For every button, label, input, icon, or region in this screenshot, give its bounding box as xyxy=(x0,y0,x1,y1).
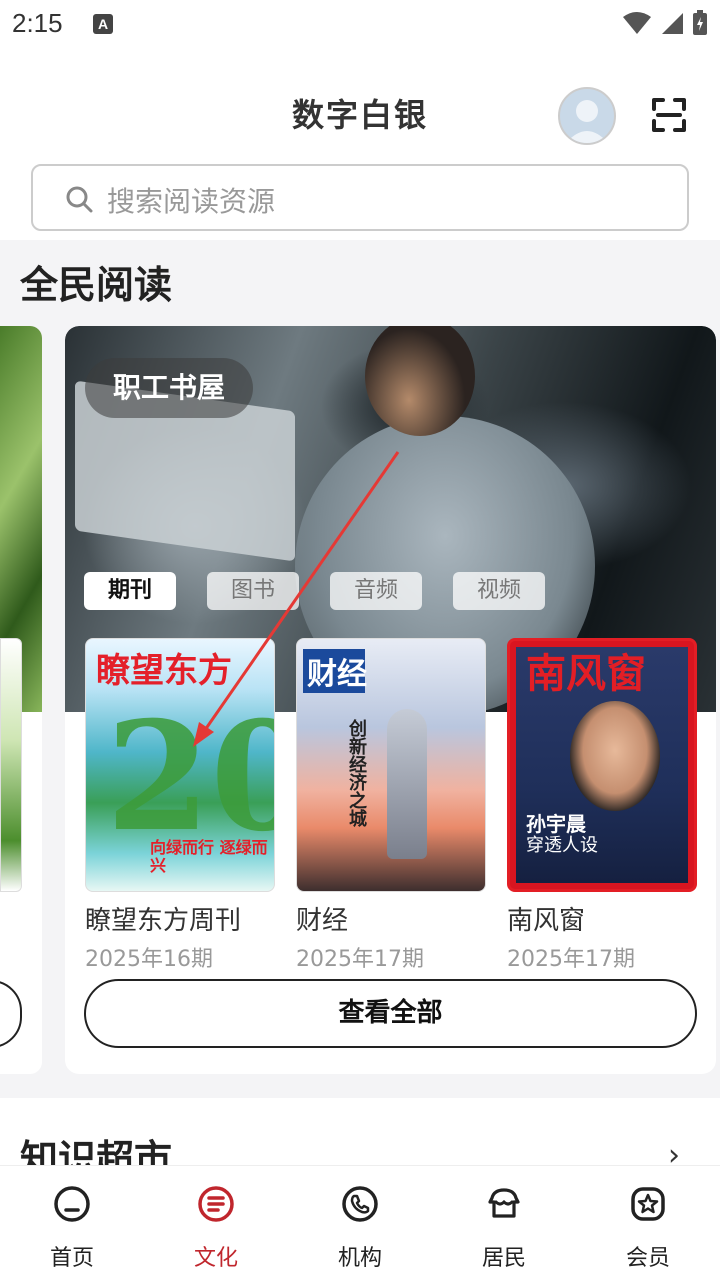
nav-institution[interactable]: 机构 xyxy=(288,1166,432,1280)
resident-icon xyxy=(488,1188,520,1218)
nav-member[interactable]: 会员 xyxy=(576,1166,720,1280)
status-bar: 2:15 A xyxy=(0,0,720,50)
nav-resident[interactable]: 居民 xyxy=(432,1166,576,1280)
magazine-issue: 2025年16期 xyxy=(85,947,213,972)
header: 数字白银 xyxy=(0,60,720,160)
avatar[interactable] xyxy=(558,87,616,145)
avatar-placeholder-icon xyxy=(566,100,608,143)
phone-icon xyxy=(342,1186,378,1222)
magazine-cover: 财经 创新经济之城 xyxy=(296,638,486,892)
magazine-list: 瞭望东方 20 向绿而行 逐绿而兴 瞭望东方周刊 2025年16期 财经 创新经… xyxy=(85,638,697,973)
reading-card: 职工书屋 期刊 图书 音频 视频 瞭望东方 20 向绿而行 逐绿而兴 瞭望东方周… xyxy=(65,326,716,1074)
status-time: 2:15 xyxy=(12,8,63,38)
tab-books[interactable]: 图书 xyxy=(207,572,299,610)
member-icon xyxy=(631,1187,665,1221)
search-input[interactable]: 搜索阅读资源 xyxy=(31,164,689,231)
magazine-item[interactable]: 南风窗 孙宇晨 穿透人设 南风窗 2025年17期 xyxy=(507,638,697,973)
magazine-issue: 2025年17期 xyxy=(507,947,635,972)
previous-card-button[interactable] xyxy=(0,980,22,1048)
magazine-title: 南风窗 xyxy=(507,906,586,936)
notification-icon: A xyxy=(93,14,113,34)
magazine-cover: 南风窗 孙宇晨 穿透人设 xyxy=(507,638,697,892)
magazine-cover: 瞭望东方 20 向绿而行 逐绿而兴 xyxy=(85,638,275,892)
wifi-icon xyxy=(623,12,651,34)
hero-badge: 职工书屋 xyxy=(85,358,253,418)
section-title: 全民阅读 xyxy=(20,263,173,307)
magazine-title: 财经 xyxy=(296,906,349,936)
view-all-button[interactable]: 查看全部 xyxy=(84,979,697,1048)
magazine-item[interactable]: 财经 创新经济之城 财经 2025年17期 xyxy=(296,638,486,973)
search-placeholder: 搜索阅读资源 xyxy=(107,185,276,218)
chevron-right-icon[interactable]: › xyxy=(668,1138,680,1168)
home-icon xyxy=(54,1186,90,1222)
nav-culture[interactable]: 文化 xyxy=(144,1166,288,1280)
tab-periodicals[interactable]: 期刊 xyxy=(84,572,176,610)
scan-icon[interactable] xyxy=(652,98,686,132)
signal-icon xyxy=(662,13,683,34)
previous-card[interactable] xyxy=(0,326,42,1074)
battery-icon xyxy=(693,10,707,35)
knowledge-title: 知识超市 xyxy=(20,1137,173,1168)
nav-home[interactable]: 首页 xyxy=(0,1166,144,1280)
magazine-item[interactable]: 瞭望东方 20 向绿而行 逐绿而兴 瞭望东方周刊 2025年16期 xyxy=(85,638,275,973)
knowledge-section[interactable]: 知识超市 › xyxy=(0,1098,720,1168)
magazine-title: 瞭望东方周刊 xyxy=(85,906,242,936)
tab-audio[interactable]: 音频 xyxy=(330,572,422,610)
category-tabs: 期刊 图书 音频 视频 xyxy=(84,572,545,610)
search-icon xyxy=(66,186,93,213)
previous-card-cover xyxy=(0,638,22,892)
magazine-issue: 2025年17期 xyxy=(296,947,424,972)
culture-icon xyxy=(198,1186,234,1222)
bottom-nav: 首页 文化 机构 居民 会员 xyxy=(0,1165,720,1280)
tab-video[interactable]: 视频 xyxy=(453,572,545,610)
status-icons xyxy=(622,10,708,36)
